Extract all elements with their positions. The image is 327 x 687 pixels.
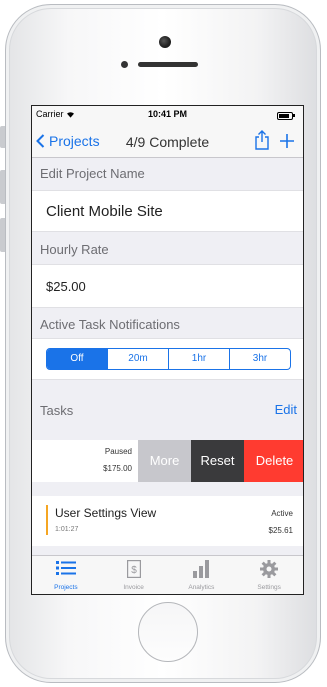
more-button[interactable]: More: [138, 440, 191, 482]
volume-down-button: [0, 218, 5, 252]
gear-icon: [260, 560, 279, 578]
tab-label: Invoice: [123, 584, 144, 591]
notification-segmented-control[interactable]: Off 20m 1hr 3hr: [46, 348, 291, 370]
plus-icon: [280, 134, 294, 148]
back-button[interactable]: Projects: [36, 133, 100, 149]
task-amount: $175.00: [103, 464, 132, 473]
project-name-label: Edit Project Name: [40, 166, 145, 181]
share-icon: [255, 130, 269, 150]
segment-20m[interactable]: 20m: [107, 349, 168, 369]
tab-settings[interactable]: Settings: [235, 556, 303, 594]
delete-button[interactable]: Delete: [244, 440, 303, 482]
task-amount: $25.61: [268, 526, 293, 535]
tab-label: Analytics: [188, 584, 215, 591]
battery-icon: [277, 112, 293, 120]
invoice-icon: $: [126, 560, 141, 578]
edit-tasks-button[interactable]: Edit: [275, 402, 297, 417]
hourly-rate-label: Hourly Rate: [40, 242, 109, 257]
home-button[interactable]: [138, 602, 198, 662]
battery-tip: [293, 114, 295, 117]
hourly-rate-field[interactable]: $25.00: [32, 264, 303, 308]
task-name: User Settings View: [55, 506, 157, 520]
hourly-rate-value: $25.00: [46, 279, 86, 294]
svg-text:$: $: [131, 565, 137, 576]
chevron-left-icon: [36, 134, 45, 148]
segment-off[interactable]: Off: [47, 349, 107, 369]
back-button-label: Projects: [49, 133, 100, 149]
task-active-indicator: [46, 505, 48, 535]
tab-label: Projects: [54, 584, 78, 591]
notifications-label: Active Task Notifications: [40, 317, 180, 332]
task-row-content: Paused $175.00: [32, 440, 138, 482]
front-camera: [159, 36, 171, 48]
volume-up-button: [0, 170, 5, 204]
reset-button[interactable]: Reset: [191, 440, 244, 482]
tab-bar: Projects $ Invoice Analytics Settings: [32, 555, 303, 594]
tab-analytics[interactable]: Analytics: [168, 556, 236, 594]
status-bar: Carrier 10:41 PM: [32, 106, 303, 126]
mute-switch: [0, 126, 5, 148]
status-time: 10:41 PM: [147, 109, 188, 119]
task-status: Active: [271, 509, 293, 518]
project-name-field[interactable]: Client Mobile Site: [32, 190, 303, 232]
earpiece-speaker: [138, 62, 198, 67]
tasks-header: Tasks: [40, 403, 74, 418]
tab-label: Settings: [257, 584, 281, 591]
tab-projects[interactable]: Projects: [32, 556, 100, 594]
share-button[interactable]: [255, 130, 269, 155]
tab-invoice[interactable]: $ Invoice: [100, 556, 168, 594]
swiped-task-row[interactable]: Paused $175.00 More Reset Delete: [32, 440, 303, 482]
task-row[interactable]: User Settings View 1:01:27 Active $25.61: [32, 496, 303, 546]
list-icon: [55, 561, 76, 575]
segment-1hr[interactable]: 1hr: [168, 349, 229, 369]
app-screen: Carrier 10:41 PM Projects 4/9 Complete E…: [31, 105, 304, 595]
proximity-sensor: [121, 61, 128, 68]
add-button[interactable]: [279, 128, 295, 153]
segment-3hr[interactable]: 3hr: [229, 349, 290, 369]
task-status: Paused: [104, 447, 132, 456]
navigation-bar: Projects 4/9 Complete: [32, 126, 303, 158]
bar-chart-icon: [193, 560, 210, 578]
project-name-value: Client Mobile Site: [46, 203, 163, 220]
task-duration: 1:01:27: [55, 526, 79, 533]
